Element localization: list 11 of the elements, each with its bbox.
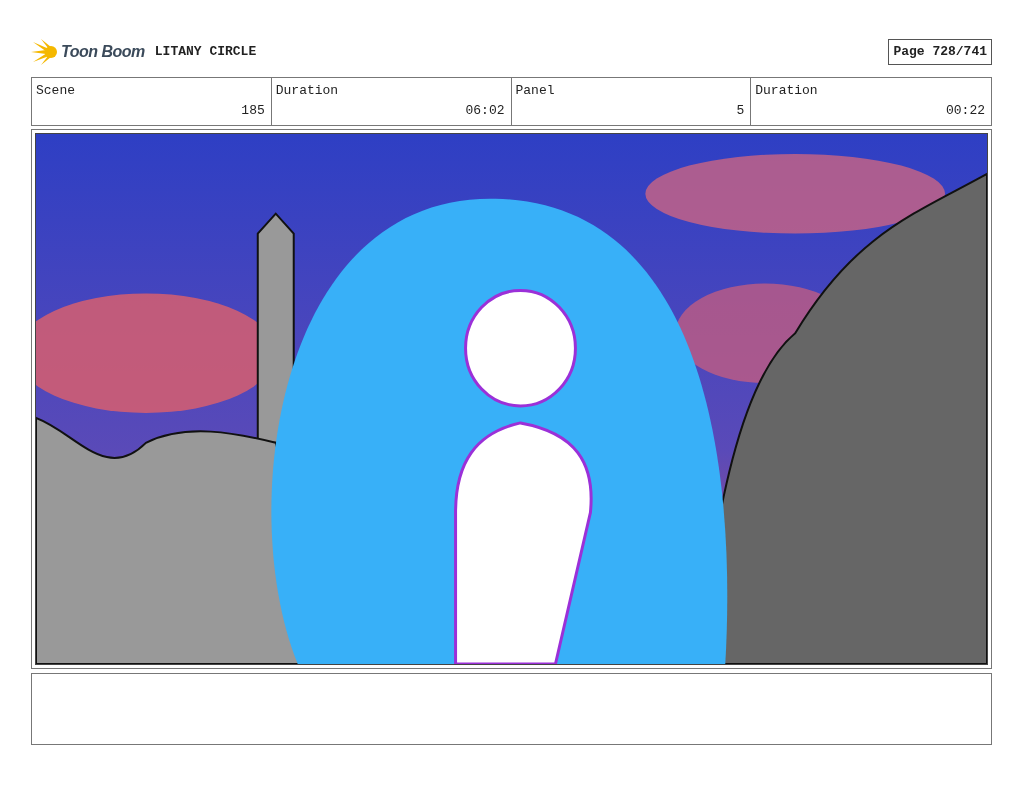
field-value: 06:02 bbox=[465, 101, 505, 120]
field-value: 00:22 bbox=[946, 101, 985, 120]
field-label: Duration bbox=[275, 82, 340, 100]
logo-text: Toon Boom bbox=[61, 42, 145, 62]
page-number: Page 728/741 bbox=[888, 39, 992, 65]
field-value: 5 bbox=[736, 101, 745, 120]
field-label: Scene bbox=[36, 82, 76, 100]
field-value: 185 bbox=[241, 101, 265, 120]
field-label: Panel bbox=[515, 82, 556, 100]
project-title: LITANY CIRCLE bbox=[154, 43, 257, 62]
field-label: Duration bbox=[755, 82, 819, 100]
